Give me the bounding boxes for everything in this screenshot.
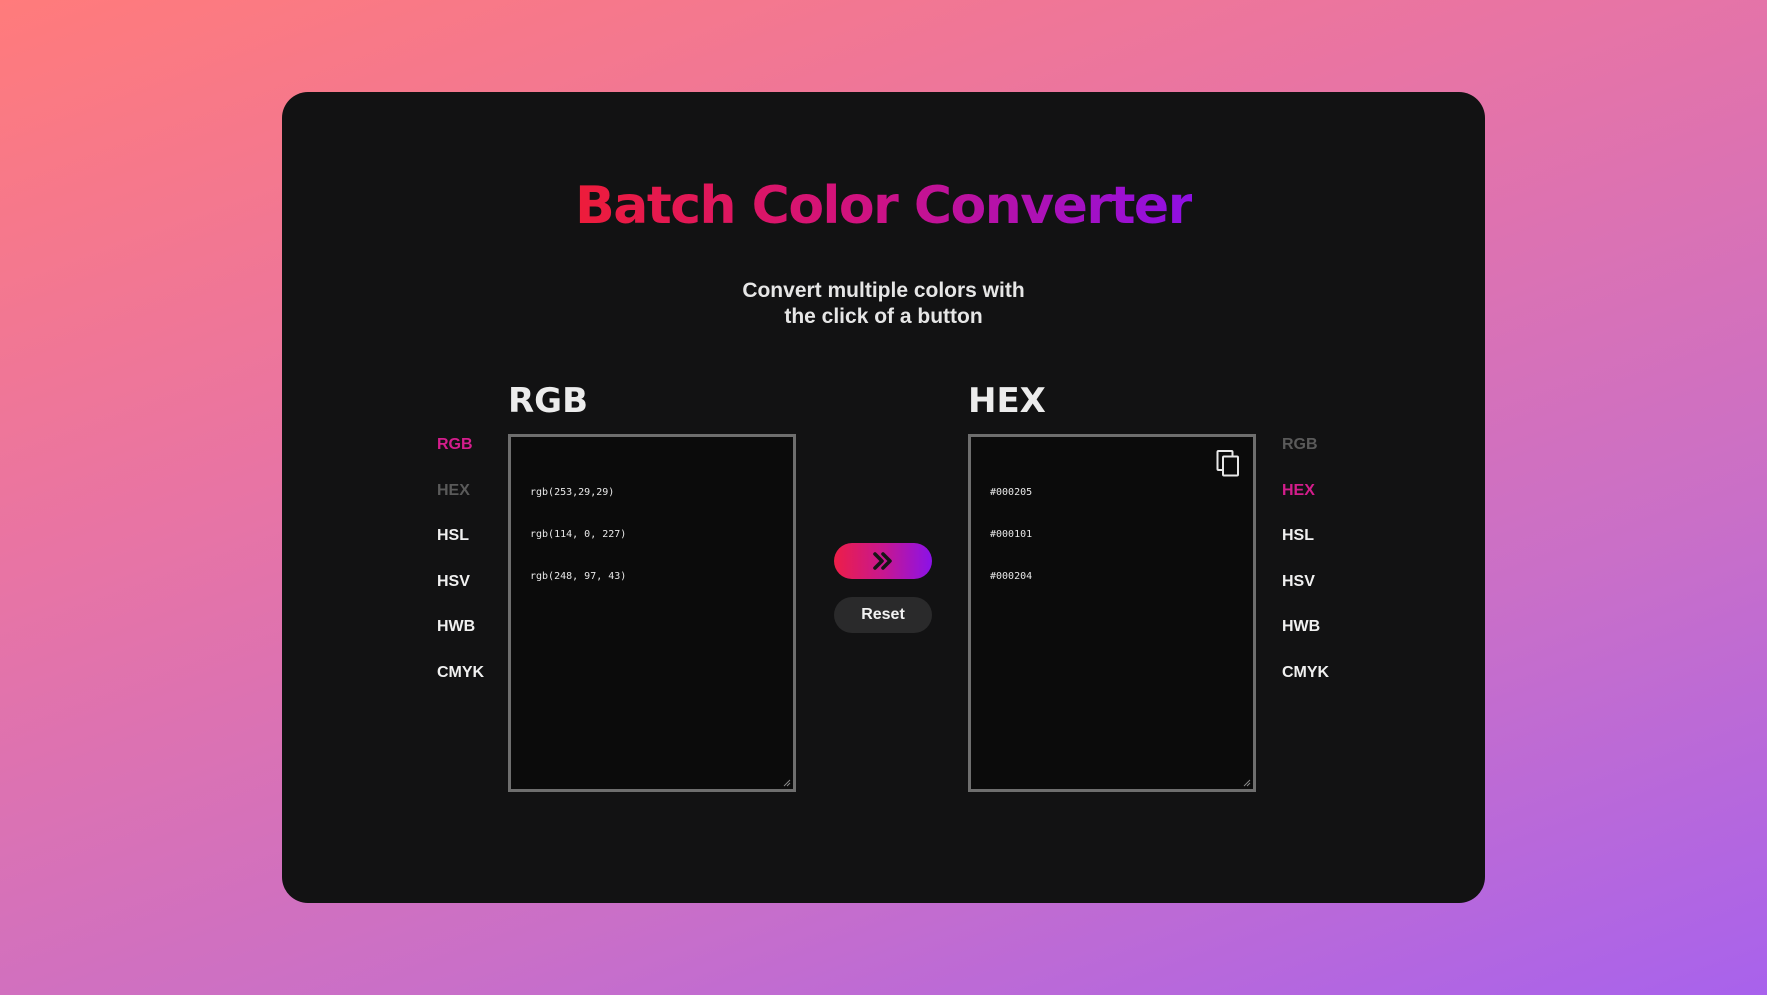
input-textarea[interactable]: rgb(253,29,29) rgb(114, 0, 227) rgb(248,… (508, 434, 796, 792)
input-line: rgb(248, 97, 43) (530, 571, 627, 582)
resize-grip-icon[interactable] (783, 779, 791, 787)
input-format-hsl[interactable]: HSL (437, 527, 484, 573)
subtitle-line: the click of a button (784, 305, 983, 328)
input-line: rgb(253,29,29) (530, 487, 615, 498)
convert-button[interactable] (834, 543, 932, 579)
output-line: #000101 (990, 529, 1033, 540)
input-format-rgb[interactable]: RGB (437, 436, 484, 482)
input-lines: rgb(253,29,29) rgb(114, 0, 227) rgb(248,… (530, 458, 626, 612)
output-format-list: RGB HEX HSL HSV HWB CMYK (1282, 436, 1329, 709)
input-line: rgb(114, 0, 227) (530, 529, 627, 540)
input-format-cmyk[interactable]: CMYK (437, 664, 484, 710)
input-format-list: RGB HEX HSL HSV HWB CMYK (437, 436, 484, 709)
resize-grip-icon[interactable] (1243, 779, 1251, 787)
output-line: #000205 (990, 487, 1033, 498)
output-format-cmyk[interactable]: CMYK (1282, 664, 1329, 710)
reset-button[interactable]: Reset (834, 597, 932, 633)
input-format-hsv[interactable]: HSV (437, 573, 484, 619)
output-format-hsv[interactable]: HSV (1282, 573, 1329, 619)
output-format-hsl[interactable]: HSL (1282, 527, 1329, 573)
output-textarea[interactable]: #000205 #000101 #000204 (968, 434, 1256, 792)
page-title: Batch Color Converter (575, 176, 1193, 236)
input-format-hwb[interactable]: HWB (437, 618, 484, 664)
copy-icon[interactable] (1215, 449, 1241, 477)
output-format-hex[interactable]: HEX (1282, 482, 1329, 528)
page-subtitle: Convert multiple colors with the click o… (282, 278, 1485, 330)
double-chevron-right-icon (873, 552, 892, 570)
output-line: #000204 (990, 571, 1033, 582)
converter-card: Batch Color Converter Convert multiple c… (282, 92, 1485, 903)
input-format-label: RGB (508, 381, 589, 421)
output-format-hwb[interactable]: HWB (1282, 618, 1329, 664)
output-format-rgb[interactable]: RGB (1282, 436, 1329, 482)
subtitle-line: Convert multiple colors with (742, 279, 1025, 302)
output-lines: #000205 #000101 #000204 (990, 458, 1032, 612)
input-format-hex[interactable]: HEX (437, 482, 484, 528)
output-format-label: HEX (968, 381, 1046, 421)
